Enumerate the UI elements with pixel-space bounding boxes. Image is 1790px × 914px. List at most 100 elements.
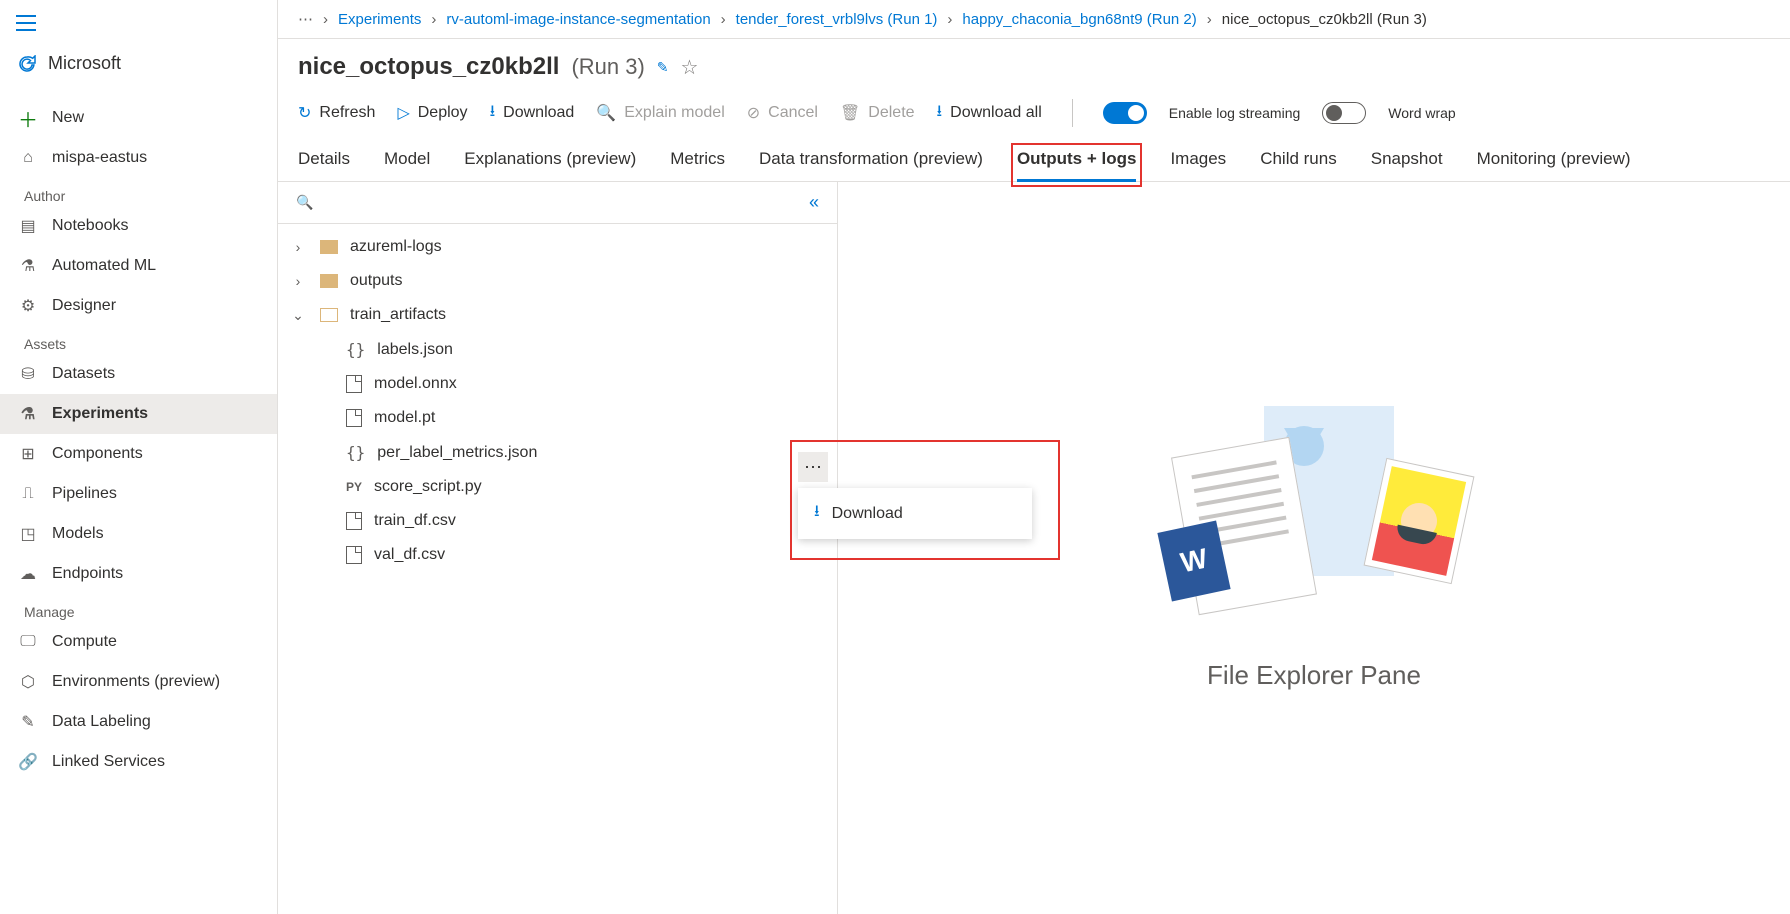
tab-monitoring[interactable]: Monitoring (preview) [1477,149,1631,181]
models-icon: ◳ [18,524,38,544]
log-streaming-label: Enable log streaming [1169,105,1301,121]
file-labels-json[interactable]: {}labels.json [278,332,837,367]
sidebar-experiments[interactable]: ⚗Experiments [0,394,277,434]
download-icon: ⭳ [937,100,943,127]
crumb-experiment-name[interactable]: rv-automl-image-instance-segmentation [446,11,710,28]
crumb-experiments[interactable]: Experiments [338,11,421,28]
automl-icon: ⚗ [18,256,38,276]
folder-azureml-logs[interactable]: ›azureml-logs [278,230,837,264]
cancel-button: ⊘Cancel [747,103,818,123]
file-score-script[interactable]: PYscore_script.py [278,470,837,504]
file-icon [346,375,362,393]
explain-model-button: 🔍Explain model [596,103,724,123]
tab-child-runs[interactable]: Child runs [1260,149,1337,181]
designer-icon: ⚙ [18,296,38,316]
tab-model[interactable]: Model [384,149,430,181]
chevron-right-icon: › [721,11,726,28]
search-icon: 🔍 [596,103,616,123]
download-all-button[interactable]: ⭳Download all [937,100,1042,127]
search-icon[interactable]: 🔍 [296,194,313,211]
folder-icon [320,240,338,254]
cancel-icon: ⊘ [747,103,760,123]
file-more-actions-button[interactable]: ⋯ [798,452,828,482]
components-icon: ⊞ [18,444,38,464]
trash-icon: 🗑 [840,103,860,123]
refresh-icon: ↻ [298,103,311,123]
collapse-panel-icon[interactable]: « [809,192,819,213]
word-wrap-toggle[interactable] [1322,102,1366,124]
chevron-right-icon: › [431,11,436,28]
refresh-button[interactable]: ↻Refresh [298,103,375,123]
compute-icon: 🖵 [18,632,38,652]
sidebar-models[interactable]: ◳Models [0,514,277,554]
section-assets: Assets [0,326,277,354]
sidebar-linked-services[interactable]: 🔗Linked Services [0,742,277,782]
download-icon: ⭳ [490,100,496,127]
tab-snapshot[interactable]: Snapshot [1371,149,1443,181]
sidebar-compute[interactable]: 🖵Compute [0,622,277,662]
file-model-pt[interactable]: model.pt [278,401,837,435]
folder-train-artifacts[interactable]: ⌄train_artifacts [278,298,837,332]
log-streaming-toggle[interactable] [1103,102,1147,124]
preview-panel: W File Explorer Pane [838,182,1790,914]
context-menu-download[interactable]: ⭳ Download [798,488,1032,539]
tabs: Details Model Explanations (preview) Met… [278,137,1790,182]
tab-explanations[interactable]: Explanations (preview) [464,149,636,181]
json-icon: {} [346,340,365,359]
file-train-df[interactable]: train_df.csv [278,504,837,538]
file-tree-panel: 🔍 « ›azureml-logs ›outputs ⌄train_artifa… [278,182,838,914]
sidebar-automated-ml[interactable]: ⚗Automated ML [0,246,277,286]
sidebar-pipelines[interactable]: ⎍Pipelines [0,474,277,514]
file-per-label-metrics[interactable]: {}per_label_metrics.json [278,435,837,470]
file-tree: ›azureml-logs ›outputs ⌄train_artifacts … [278,224,837,578]
folder-outputs[interactable]: ›outputs [278,264,837,298]
chevron-right-icon: › [323,11,328,28]
tab-images[interactable]: Images [1170,149,1226,181]
tab-outputs-logs[interactable]: Outputs + logs [1017,149,1136,181]
sidebar-designer[interactable]: ⚙Designer [0,286,277,326]
download-button[interactable]: ⭳Download [490,100,575,127]
deploy-button[interactable]: ▷Deploy [397,103,467,123]
preview-title: File Explorer Pane [1207,660,1421,691]
sidebar-data-labeling[interactable]: ✎Data Labeling [0,702,277,742]
crumb-run3: nice_octopus_cz0kb2ll (Run 3) [1222,11,1427,28]
word-wrap-label: Word wrap [1388,105,1455,121]
datasets-icon: ⛁ [18,364,38,384]
sidebar-new[interactable]: ＋ New [0,98,277,138]
toolbar: ↻Refresh ▷Deploy ⭳Download 🔍Explain mode… [278,89,1790,137]
chevron-right-icon: › [288,273,308,289]
tab-details[interactable]: Details [298,149,350,181]
file-model-onnx[interactable]: model.onnx [278,367,837,401]
chevron-right-icon: › [947,11,952,28]
file-val-df[interactable]: val_df.csv [278,538,837,572]
file-icon [346,512,362,530]
crumb-run2[interactable]: happy_chaconia_bgn68nt9 (Run 2) [962,11,1196,28]
experiments-icon: ⚗ [18,404,38,424]
crumb-run1[interactable]: tender_forest_vrbl9lvs (Run 1) [736,11,938,28]
hamburger-icon[interactable] [0,8,277,43]
chevron-right-icon: › [288,239,308,255]
favorite-star-icon[interactable]: ☆ [681,55,699,80]
breadcrumbs: ⋯ › Experiments › rv-automl-image-instan… [278,0,1790,39]
home-icon: ⌂ [18,148,38,168]
sidebar-notebooks[interactable]: ▤Notebooks [0,206,277,246]
edit-icon[interactable]: ✎ [657,59,669,76]
play-icon: ▷ [397,103,409,123]
sidebar-components[interactable]: ⊞Components [0,434,277,474]
delete-button: 🗑Delete [840,103,915,123]
tab-data-transformation[interactable]: Data transformation (preview) [759,149,983,181]
section-author: Author [0,178,277,206]
tab-metrics[interactable]: Metrics [670,149,725,181]
toolbar-separator [1072,99,1073,127]
back-to-microsoft[interactable]: Microsoft [0,43,277,84]
sidebar-environments[interactable]: ⬡Environments (preview) [0,662,277,702]
sidebar-endpoints[interactable]: ☁Endpoints [0,554,277,594]
section-manage: Manage [0,594,277,622]
back-label: Microsoft [48,53,121,74]
endpoints-icon: ☁ [18,564,38,584]
breadcrumb-more-icon[interactable]: ⋯ [298,10,313,28]
sidebar-datasets[interactable]: ⛁Datasets [0,354,277,394]
run-number: (Run 3) [571,54,644,80]
run-name: nice_octopus_cz0kb2ll [298,53,559,81]
sidebar-workspace[interactable]: ⌂ mispa-eastus [0,138,277,178]
